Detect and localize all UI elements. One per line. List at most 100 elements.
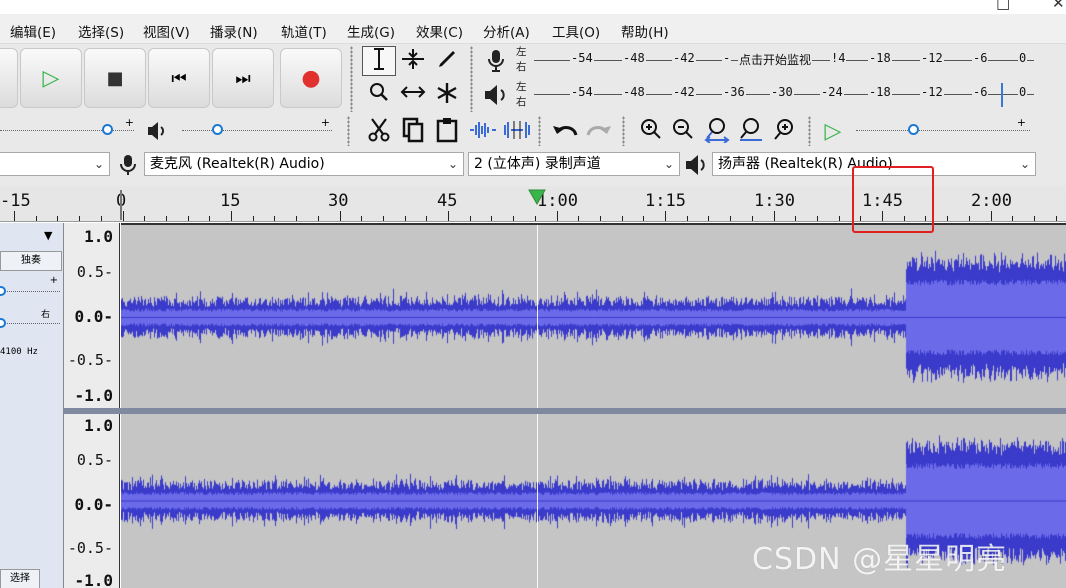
record-button[interactable]: ● — [280, 48, 342, 108]
slider-thumb[interactable] — [102, 124, 113, 135]
waveform-channel-left[interactable] — [121, 223, 1066, 408]
sample-rate-label: 4100 Hz — [0, 347, 38, 357]
timeline-tick — [708, 216, 709, 221]
skip-to-start-button[interactable]: ⏮ — [148, 48, 210, 108]
timeline-tick — [405, 216, 406, 221]
zoom-tool-button[interactable] — [362, 80, 396, 110]
recording-channels-select[interactable]: 2 (立体声) 录制声道 ⌄ — [468, 152, 680, 176]
audio-host-select[interactable]: ⌄ — [0, 152, 110, 176]
amplitude-scale-bottom: 1.0 0.5- 0.0- -0.5- -1.0 — [64, 414, 120, 588]
stop-button[interactable]: ■ — [84, 48, 146, 108]
menu-help[interactable]: 帮助(H) — [621, 21, 669, 41]
meter-tick: 0 — [1018, 85, 1028, 99]
trim-audio-button[interactable] — [466, 116, 500, 146]
menu-tracks[interactable]: 轨道(T) — [281, 21, 327, 41]
multi-tool-button[interactable] — [430, 80, 464, 110]
record-meter[interactable]: -54 -48 -42 - 点击开始监视 !4 -18 -12 -6 0 — [534, 46, 1034, 76]
maximize-icon[interactable]: □ — [996, 0, 1010, 12]
timeline-tick — [622, 216, 623, 221]
start-monitoring-label[interactable]: 点击开始监视 — [738, 51, 813, 68]
copy-button[interactable] — [396, 116, 430, 146]
meter-tick: -54 — [570, 85, 594, 99]
menu-analyze[interactable]: 分析(A) — [483, 21, 530, 41]
timeline-label: 15 — [220, 191, 241, 211]
record-meter-button[interactable] — [484, 48, 508, 74]
play-button[interactable]: ▷ — [20, 48, 82, 108]
menu-edit[interactable]: 编辑(E) — [10, 21, 56, 41]
zoom-toggle-button[interactable] — [768, 116, 802, 146]
undo-button[interactable] — [548, 116, 582, 146]
cut-button[interactable] — [362, 116, 396, 146]
record-volume-slider[interactable]: + — [0, 116, 134, 140]
meter-tick: !4 — [830, 51, 847, 65]
timeline-tick — [57, 216, 58, 221]
paste-button[interactable] — [430, 116, 464, 146]
pause-button[interactable] — [0, 48, 18, 108]
timeline-tick — [578, 216, 579, 221]
meter-tick: -6 — [972, 85, 989, 99]
menu-view[interactable]: 视图(V) — [143, 21, 190, 41]
scale-label: 1.0 — [84, 416, 113, 435]
time-shift-tool-button[interactable] — [396, 80, 430, 110]
timeline-tick — [296, 216, 297, 221]
fit-selection-button[interactable] — [700, 116, 734, 146]
slider-thumb[interactable] — [212, 124, 223, 135]
speaker-icon — [485, 85, 505, 105]
recording-device-value: 麦克风 (Realtek(R) Audio) — [150, 156, 325, 172]
timeline-tick — [1056, 216, 1057, 221]
slider-thumb[interactable] — [0, 286, 6, 296]
track-menu-dropdown-icon[interactable]: ▼ — [44, 229, 52, 242]
close-icon[interactable]: ✕ — [1052, 0, 1065, 12]
zoom-in-button[interactable] — [634, 116, 668, 146]
playhead-marker-icon[interactable] — [527, 188, 547, 210]
selection-tool-button[interactable] — [362, 46, 396, 76]
timeline-tick — [426, 216, 427, 221]
menu-generate[interactable]: 生成(G) — [347, 21, 395, 41]
skip-to-end-button[interactable]: ⏭ — [212, 48, 274, 108]
slider-thumb[interactable] — [908, 124, 919, 135]
scale-label: -0.5- — [67, 539, 113, 557]
meter-tick: -12 — [920, 51, 944, 65]
silence-audio-button[interactable] — [500, 116, 534, 146]
play-at-speed-icon: ▷ — [824, 119, 842, 144]
meter-tick: -18 — [868, 51, 892, 65]
envelope-tool-button[interactable] — [396, 46, 430, 76]
edit-cursor-line — [537, 414, 538, 588]
timeline-tick — [687, 216, 688, 221]
copy-icon — [402, 117, 424, 143]
chevron-down-icon: ⌄ — [447, 157, 458, 171]
redo-button[interactable] — [582, 116, 616, 146]
select-track-button[interactable]: 选择 — [0, 569, 40, 588]
meter-tick: -36 — [722, 85, 746, 99]
gain-plus-label: + — [49, 275, 58, 286]
draw-tool-button[interactable] — [430, 46, 464, 76]
menu-tools[interactable]: 工具(O) — [552, 21, 600, 41]
playback-meter[interactable]: -54 -48 -42 -36 -30 -24 -18 -12 -6 0 — [534, 80, 1034, 110]
amplitude-scale-top: 1.0 0.5- 0.0- -0.5- -1.0 — [64, 223, 120, 408]
menu-transport[interactable]: 播录(N) — [210, 21, 258, 41]
playback-volume-speaker-icon — [146, 120, 170, 146]
silence-icon — [504, 121, 530, 139]
timeline-tick — [340, 211, 341, 221]
playback-meter-button[interactable] — [482, 82, 510, 108]
fit-project-button[interactable] — [734, 116, 768, 146]
microphone-icon — [488, 50, 504, 72]
playback-speed-slider[interactable]: + — [856, 116, 1030, 140]
playback-volume-slider[interactable]: + — [182, 116, 332, 140]
scale-label: -1.0 — [74, 571, 113, 588]
play-at-speed-button[interactable]: ▷ — [816, 116, 850, 146]
meter-tick: -48 — [622, 85, 646, 99]
chevron-down-icon: ⌄ — [663, 157, 674, 171]
timeline-tick — [448, 211, 449, 221]
recording-device-select[interactable]: 麦克风 (Realtek(R) Audio) ⌄ — [144, 152, 464, 176]
menu-effect[interactable]: 效果(C) — [416, 21, 463, 41]
scale-label: 0.0- — [74, 495, 113, 514]
slider-thumb[interactable] — [0, 318, 6, 328]
menu-select[interactable]: 选择(S) — [78, 21, 124, 41]
record-channel-left-label: 左 — [516, 46, 527, 58]
solo-button[interactable]: 独奏 — [0, 251, 62, 271]
fit-project-icon — [740, 118, 762, 141]
timeline-label: 1:30 — [754, 191, 795, 211]
zoom-out-button[interactable] — [666, 116, 700, 146]
timeline-tick — [600, 216, 601, 221]
